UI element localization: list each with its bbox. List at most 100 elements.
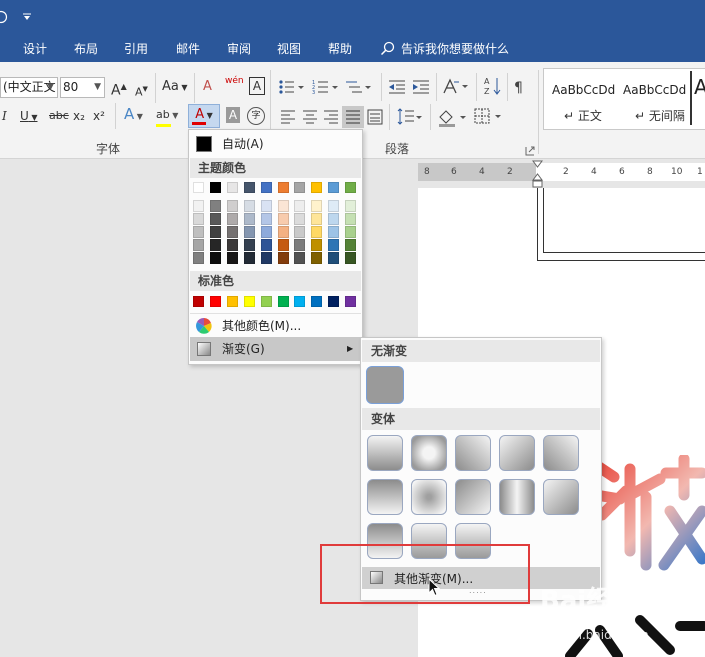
standard-color-swatch[interactable] [311, 296, 323, 307]
distributed-icon[interactable] [367, 109, 383, 125]
align-left-icon[interactable] [280, 110, 296, 124]
gradient-variant-tile[interactable] [455, 435, 491, 471]
tab-help[interactable]: 帮助 [328, 40, 352, 57]
gradient-variant-tile[interactable] [543, 435, 579, 471]
color-swatch-shade[interactable] [243, 239, 255, 251]
color-swatch-shade[interactable] [328, 239, 340, 251]
color-swatch-shade[interactable] [328, 226, 340, 238]
color-swatch-shade[interactable] [277, 252, 289, 264]
tab-review[interactable]: 审阅 [227, 40, 251, 57]
color-swatch-shade[interactable] [193, 200, 204, 212]
menu-item-gradient[interactable]: 渐变(G) ▶ [190, 337, 361, 361]
color-swatch-shade[interactable] [193, 239, 204, 251]
line-spacing-icon[interactable] [396, 108, 424, 126]
color-swatch-shade[interactable] [260, 239, 272, 251]
standard-color-swatch[interactable] [328, 296, 340, 307]
color-swatch-shade[interactable] [243, 252, 255, 264]
autosave-icon[interactable] [0, 10, 8, 24]
color-swatch[interactable] [277, 182, 289, 193]
tell-me-search[interactable]: 告诉我你想要做什么 [401, 40, 509, 57]
indent-marker-icon[interactable] [532, 160, 543, 190]
tab-layout[interactable]: 布局 [74, 40, 98, 57]
increase-indent-icon[interactable] [412, 79, 430, 95]
standard-color-swatch[interactable] [345, 296, 357, 307]
color-swatch-shade[interactable] [294, 213, 306, 225]
align-right-icon[interactable] [323, 110, 339, 124]
clear-formatting-button[interactable]: A [203, 78, 212, 96]
chevron-down-icon[interactable]: ▼ [94, 78, 101, 97]
color-swatch[interactable] [226, 182, 238, 193]
color-swatch-shade[interactable] [193, 213, 204, 225]
gradient-variant-tile[interactable] [411, 479, 447, 515]
color-swatch-shade[interactable] [294, 226, 306, 238]
font-size-combo[interactable]: 80 ▼ [60, 77, 105, 98]
align-center-icon[interactable] [302, 110, 318, 124]
character-border-button[interactable]: A [249, 77, 265, 95]
color-swatch-shade[interactable] [243, 213, 255, 225]
tab-references[interactable]: 引用 [124, 40, 148, 57]
color-swatch-shade[interactable] [311, 213, 323, 225]
color-swatch-shade[interactable] [260, 213, 272, 225]
standard-color-swatch[interactable] [243, 296, 255, 307]
borders-icon[interactable] [474, 108, 506, 126]
tab-design[interactable]: 设计 [23, 40, 47, 57]
color-swatch[interactable] [260, 182, 272, 193]
style-normal[interactable]: AaBbCcDd ↵ 正文 [546, 71, 616, 125]
color-swatch-shade[interactable] [209, 213, 221, 225]
color-swatch-shade[interactable] [294, 239, 306, 251]
color-swatch-shade[interactable] [311, 252, 323, 264]
character-shading-button[interactable]: A [226, 107, 240, 123]
standard-color-swatch[interactable] [209, 296, 221, 307]
tab-view[interactable]: 视图 [277, 40, 301, 57]
menu-item-more-colors[interactable]: 其他颜色(M)... [190, 313, 361, 337]
color-swatch-shade[interactable] [226, 226, 238, 238]
color-swatch-shade[interactable] [345, 213, 357, 225]
color-swatch-shade[interactable] [345, 239, 357, 251]
tab-mailings[interactable]: 邮件 [176, 40, 200, 57]
color-swatch-shade[interactable] [277, 226, 289, 238]
color-swatch-shade[interactable] [226, 239, 238, 251]
gradient-variant-tile[interactable] [367, 435, 403, 471]
color-swatch-shade[interactable] [260, 252, 272, 264]
italic-button[interactable]: I [2, 107, 7, 125]
shrink-font-button[interactable]: A▼ [135, 80, 148, 102]
color-swatch[interactable] [243, 182, 255, 193]
color-swatch-shade[interactable] [294, 200, 306, 212]
gradient-variant-tile[interactable] [455, 479, 491, 515]
color-swatch[interactable] [294, 182, 306, 193]
phonetic-guide-button[interactable]: wén [225, 76, 244, 86]
color-swatch-shade[interactable] [243, 226, 255, 238]
no-gradient-tile[interactable] [366, 366, 404, 404]
bullets-icon[interactable] [278, 79, 308, 95]
color-swatch-shade[interactable] [193, 252, 204, 264]
text-effects-button[interactable]: A ▼ [124, 105, 143, 126]
color-swatch-shade[interactable] [277, 200, 289, 212]
color-swatch-shade[interactable] [345, 200, 357, 212]
standard-color-swatch[interactable] [193, 296, 204, 307]
gradient-variant-tile[interactable] [367, 479, 403, 515]
color-swatch-shade[interactable] [277, 213, 289, 225]
multilevel-list-icon[interactable] [345, 79, 375, 95]
color-swatch-shade[interactable] [209, 252, 221, 264]
gradient-variant-tile[interactable] [499, 435, 535, 471]
color-swatch-shade[interactable] [209, 226, 221, 238]
customize-toolbar-icon[interactable] [22, 13, 32, 21]
subscript-button[interactable]: x₂ [73, 107, 85, 125]
standard-color-swatch[interactable] [260, 296, 272, 307]
color-swatch[interactable] [345, 182, 357, 193]
gradient-variant-tile[interactable] [499, 479, 535, 515]
color-swatch-shade[interactable] [209, 200, 221, 212]
color-swatch[interactable] [328, 182, 340, 193]
color-swatch-shade[interactable] [345, 252, 357, 264]
show-hide-marks-icon[interactable]: ¶ [512, 78, 528, 94]
standard-color-swatch[interactable] [226, 296, 238, 307]
grow-font-button[interactable]: A▲ [111, 78, 127, 100]
decrease-indent-icon[interactable] [388, 79, 406, 95]
style-no-spacing[interactable]: AaBbCcDd ↵ 无间隔 [618, 71, 688, 125]
standard-color-swatch[interactable] [294, 296, 306, 307]
color-swatch-shade[interactable] [328, 252, 340, 264]
strikethrough-button[interactable]: abc [49, 107, 69, 125]
color-swatch[interactable] [209, 182, 221, 193]
menu-item-automatic[interactable]: 自动(A) [190, 132, 361, 156]
color-swatch-shade[interactable] [260, 200, 272, 212]
